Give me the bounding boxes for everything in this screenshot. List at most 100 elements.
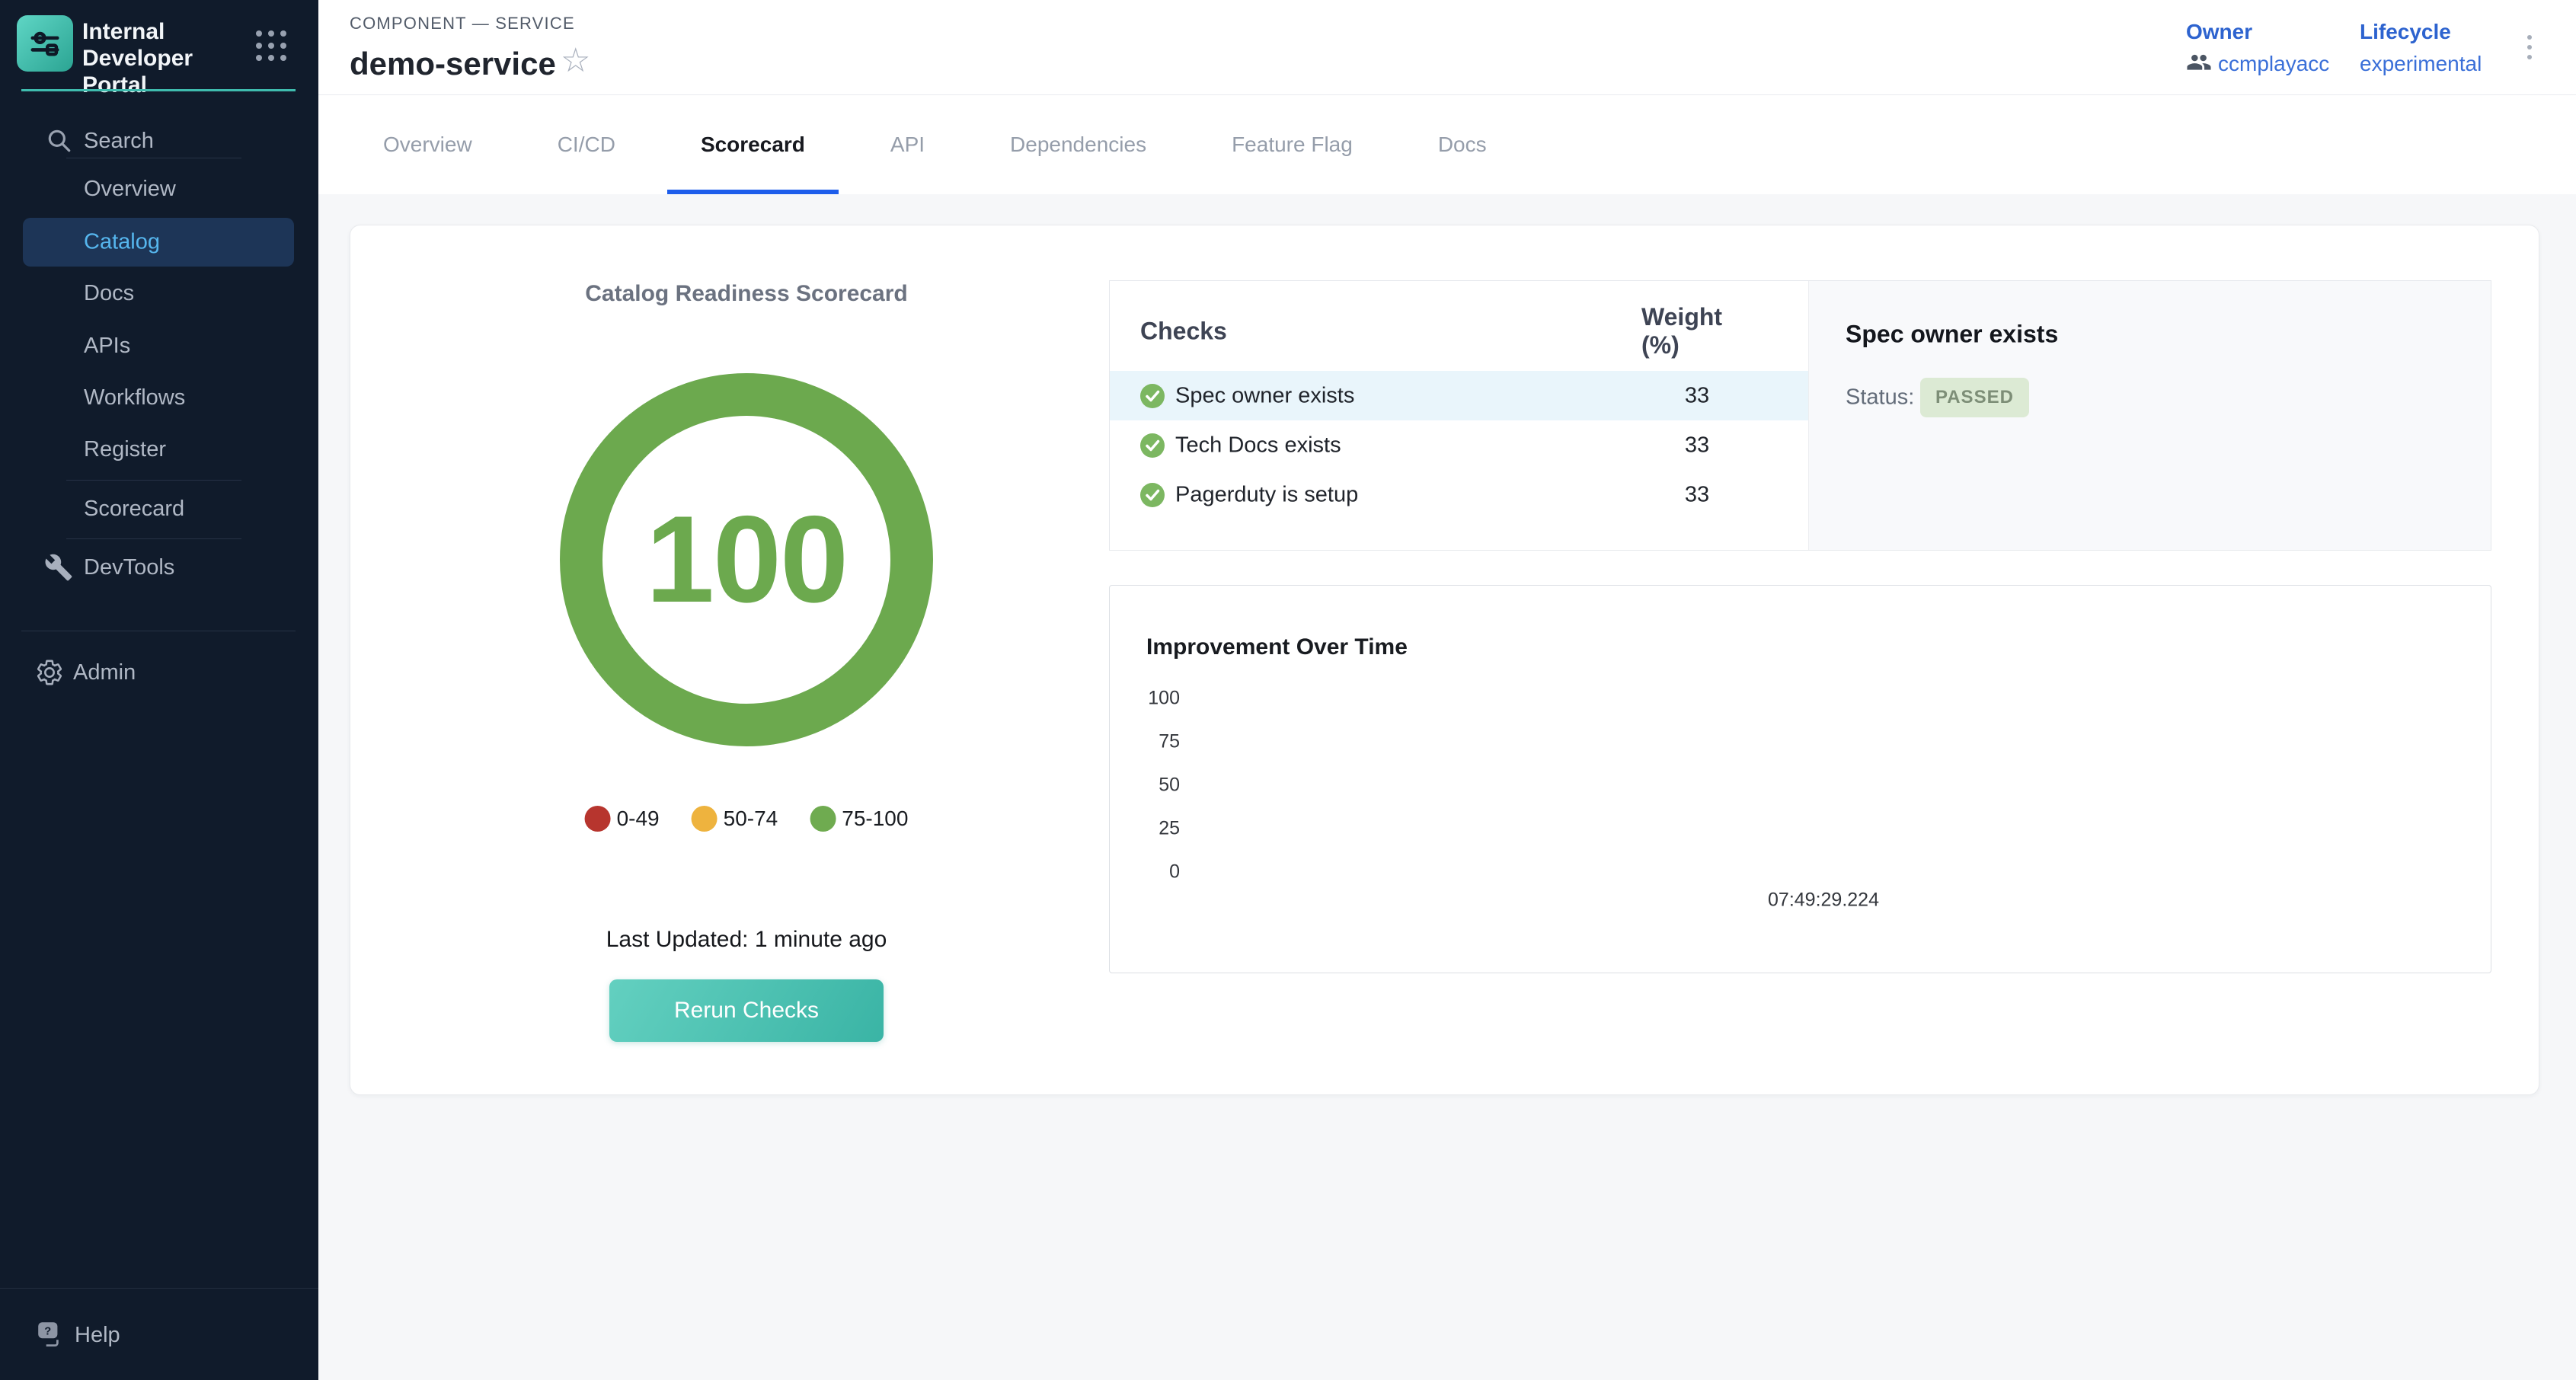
portal-logo-icon — [17, 15, 73, 72]
people-icon — [2186, 52, 2212, 76]
gear-icon — [35, 658, 64, 687]
check-name: Spec owner exists — [1175, 383, 1354, 408]
x-axis-tick: 07:49:29.224 — [1768, 890, 1879, 912]
content-area: Catalog Readiness Scorecard 100 0-49 50-… — [318, 194, 2576, 1380]
legend-item-high: 75-100 — [810, 806, 908, 832]
lifecycle-value: experimental — [2360, 52, 2482, 76]
sidebar-item-docs[interactable]: Docs — [0, 271, 318, 315]
check-detail-panel: Spec owner exists Status: PASSED — [1808, 281, 2491, 550]
sidebar-item-label: Search — [84, 129, 154, 154]
rerun-checks-button[interactable]: Rerun Checks — [609, 979, 884, 1042]
sidebar: Internal Developer Portal Search Overvie… — [0, 0, 318, 1380]
logo-row: Internal Developer Portal — [0, 0, 318, 89]
check-name: Pagerduty is setup — [1175, 482, 1358, 507]
chart-title: Improvement Over Time — [1146, 634, 1408, 660]
weight-column-header: Weight (%) — [1641, 303, 1753, 359]
rerun-checks-label: Rerun Checks — [674, 998, 819, 1023]
owner-value: ccmplayacc — [2218, 52, 2329, 76]
sidebar-item-scorecard[interactable]: Scorecard — [0, 487, 318, 531]
checks-column-header: Checks — [1140, 318, 1227, 346]
check-detail-title: Spec owner exists — [1846, 321, 2058, 349]
check-passed-icon — [1140, 433, 1165, 458]
checks-table: Checks Weight (%) Spec owner exists 33 — [1110, 281, 1808, 550]
sidebar-item-admin[interactable]: Admin — [0, 650, 318, 695]
kebab-menu-icon[interactable] — [2523, 30, 2536, 64]
check-row-pagerduty[interactable]: Pagerduty is setup 33 — [1110, 470, 1808, 519]
legend-dot-red — [585, 806, 611, 832]
legend-dot-amber — [692, 806, 718, 832]
sidebar-accent-rule — [21, 89, 296, 91]
legend-dot-green — [810, 806, 836, 832]
y-axis-tick: 0 — [1110, 861, 1180, 883]
wrench-icon — [44, 553, 73, 582]
legend-label: 50-74 — [724, 807, 778, 831]
sidebar-item-devtools[interactable]: DevTools — [0, 545, 318, 589]
check-row-tech-docs[interactable]: Tech Docs exists 33 — [1110, 420, 1808, 470]
checks-section: Checks Weight (%) Spec owner exists 33 — [1109, 280, 2491, 551]
sidebar-item-label: Help — [75, 1323, 120, 1348]
sidebar-item-apis[interactable]: APIs — [0, 324, 318, 368]
tab-scorecard[interactable]: Scorecard — [667, 95, 839, 194]
y-axis-tick: 50 — [1110, 775, 1180, 797]
main-area: COMPONENT — SERVICE demo-service ☆ Owner… — [318, 0, 2576, 1380]
entity-tabs: Overview CI/CD Scorecard API Dependencie… — [318, 95, 2576, 194]
breadcrumb: COMPONENT — SERVICE — [350, 14, 575, 34]
tab-api[interactable]: API — [857, 95, 958, 194]
sidebar-item-label: Overview — [84, 177, 176, 202]
tab-overview[interactable]: Overview — [350, 95, 506, 194]
sidebar-item-label: Scorecard — [84, 497, 184, 522]
sidebar-item-search[interactable]: Search — [0, 119, 318, 163]
scorecard-card: Catalog Readiness Scorecard 100 0-49 50-… — [350, 225, 2539, 1095]
sidebar-item-workflows[interactable]: Workflows — [0, 375, 318, 420]
owner-block: Owner ccmplayacc — [2186, 20, 2329, 76]
lifecycle-label: Lifecycle — [2360, 20, 2482, 44]
score-value: 100 — [646, 489, 847, 631]
check-name: Tech Docs exists — [1175, 433, 1341, 458]
sidebar-item-overview[interactable]: Overview — [0, 167, 318, 211]
improvement-chart: Improvement Over Time 100 75 50 25 0 07:… — [1109, 585, 2491, 973]
svg-text:?: ? — [44, 1325, 51, 1337]
y-axis-tick: 25 — [1110, 818, 1180, 840]
sidebar-divider — [66, 480, 241, 481]
score-gauge: 100 — [560, 373, 933, 746]
favorite-star-icon[interactable]: ☆ — [561, 44, 590, 78]
tab-feature-flag[interactable]: Feature Flag — [1198, 95, 1386, 194]
last-updated-text: Last Updated: 1 minute ago — [606, 927, 887, 953]
check-weight: 33 — [1685, 433, 1709, 458]
sidebar-item-label: Admin — [73, 660, 136, 685]
gauge-column: Catalog Readiness Scorecard 100 0-49 50-… — [350, 225, 1109, 1094]
tab-docs[interactable]: Docs — [1405, 95, 1520, 194]
sidebar-divider — [0, 1288, 318, 1289]
status-badge: PASSED — [1920, 378, 2029, 417]
status-label: Status: — [1846, 385, 1914, 410]
sidebar-item-catalog[interactable]: Catalog — [23, 218, 294, 267]
legend-label: 75-100 — [842, 807, 908, 831]
sidebar-item-label: Register — [84, 437, 166, 462]
sidebar-divider — [66, 538, 241, 539]
help-bubble-icon: ? — [35, 1319, 67, 1351]
page-title: demo-service — [350, 46, 556, 82]
owner-label: Owner — [2186, 20, 2329, 44]
check-weight: 33 — [1685, 482, 1709, 507]
entity-header: COMPONENT — SERVICE demo-service ☆ Owner… — [318, 0, 2576, 95]
legend-label: 0-49 — [617, 807, 660, 831]
portal-title: Internal Developer Portal — [82, 18, 254, 98]
legend-item-low: 0-49 — [585, 806, 660, 832]
score-legend: 0-49 50-74 75-100 — [585, 806, 909, 832]
sidebar-item-register[interactable]: Register — [0, 427, 318, 471]
apps-grid-icon[interactable] — [256, 30, 286, 61]
y-axis-tick: 100 — [1110, 688, 1180, 710]
owner-link[interactable]: ccmplayacc — [2186, 52, 2329, 76]
check-weight: 33 — [1685, 383, 1709, 408]
sidebar-item-label: Workflows — [84, 385, 185, 410]
sidebar-item-help[interactable]: ? Help — [0, 1313, 318, 1357]
check-row-spec-owner[interactable]: Spec owner exists 33 — [1110, 371, 1808, 420]
check-passed-icon — [1140, 483, 1165, 507]
y-axis-tick: 75 — [1110, 731, 1180, 753]
app-root: Internal Developer Portal Search Overvie… — [0, 0, 2576, 1380]
sidebar-item-label: Docs — [84, 281, 134, 306]
tab-dependencies[interactable]: Dependencies — [976, 95, 1180, 194]
tab-cicd[interactable]: CI/CD — [524, 95, 649, 194]
gauge-title: Catalog Readiness Scorecard — [585, 281, 908, 307]
legend-item-mid: 50-74 — [692, 806, 778, 832]
